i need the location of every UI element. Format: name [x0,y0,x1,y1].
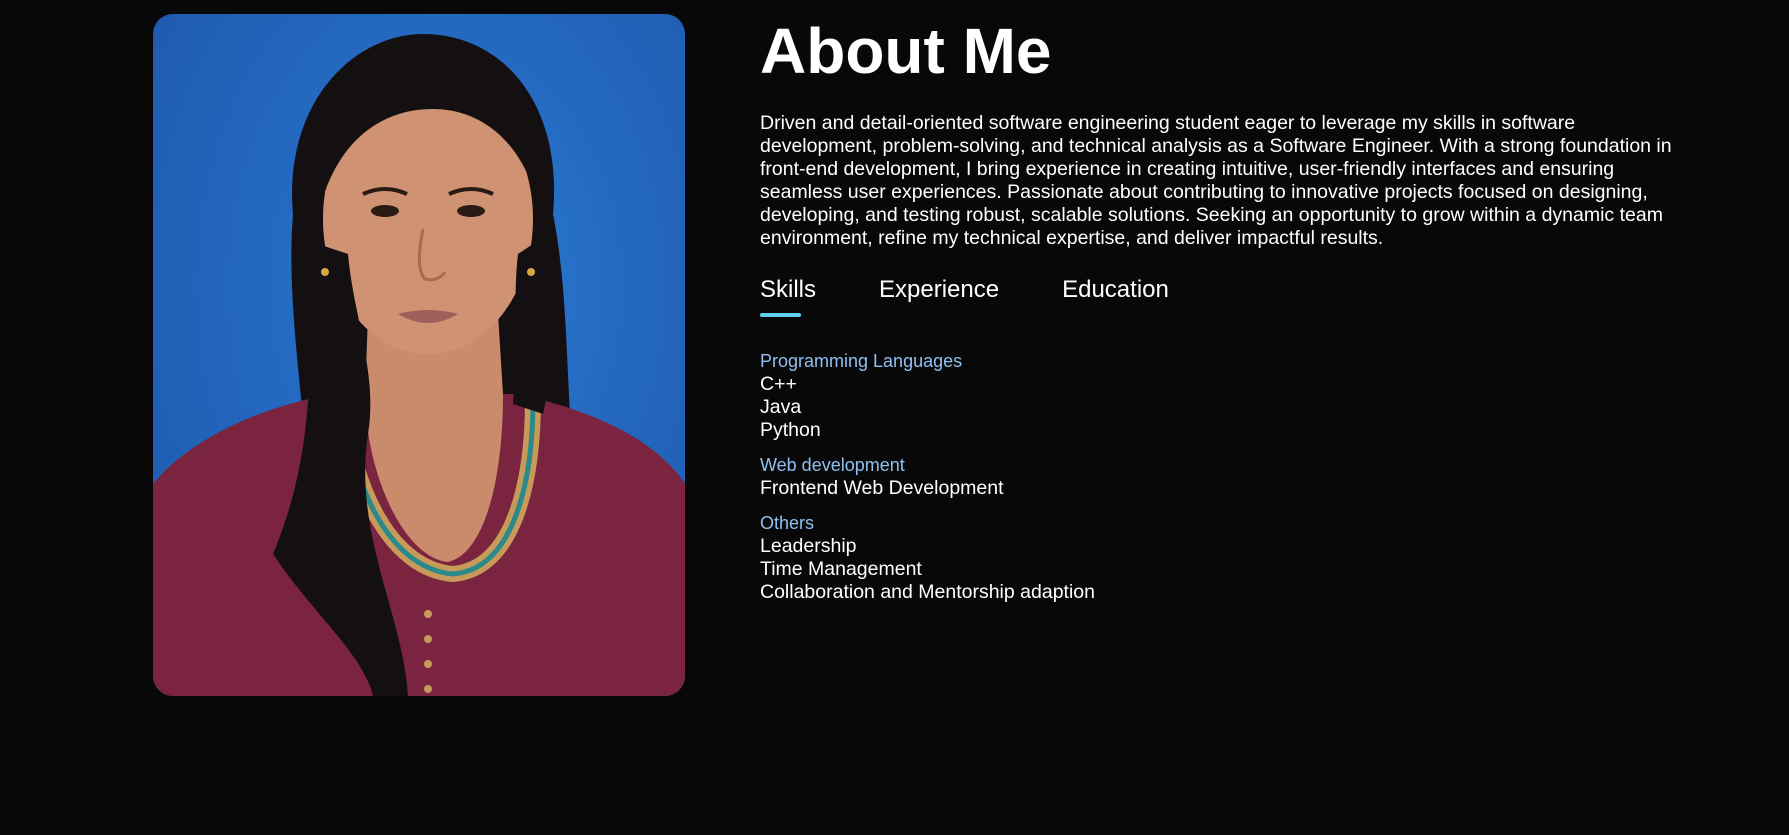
tab-experience[interactable]: Experience [879,276,999,318]
skill-group-web: Web development Frontend Web Development [760,454,1680,500]
bio-text: Driven and detail-oriented software engi… [760,112,1672,249]
skill-item: Python [760,419,821,441]
skill-item: Time Management [760,558,922,580]
tab-skills[interactable]: Skills [760,276,816,318]
skill-group-others: Others Leadership Time Management Collab… [760,512,1680,604]
about-section: About Me Driven and detail-oriented soft… [0,0,1789,835]
skills-panel: Programming Languages C++ Java Python We… [760,350,1680,604]
skill-item: Frontend Web Development [760,477,1004,499]
skill-item: Collaboration and Mentorship adaption [760,581,1095,603]
about-content: About Me Driven and detail-oriented soft… [760,14,1680,616]
profile-photo [153,14,685,696]
skill-item: Java [760,396,802,418]
skill-item: Leadership [760,535,857,557]
skill-group-title: Programming Languages [760,351,963,371]
skill-item: C++ [760,373,797,395]
page-title: About Me [760,15,1052,87]
skill-group-programming: Programming Languages C++ Java Python [760,350,1680,442]
tab-education[interactable]: Education [1062,276,1169,318]
skill-group-title: Others [760,513,815,533]
skill-group-title: Web development [760,455,905,475]
tab-bar: Skills Experience Education [760,276,1680,318]
